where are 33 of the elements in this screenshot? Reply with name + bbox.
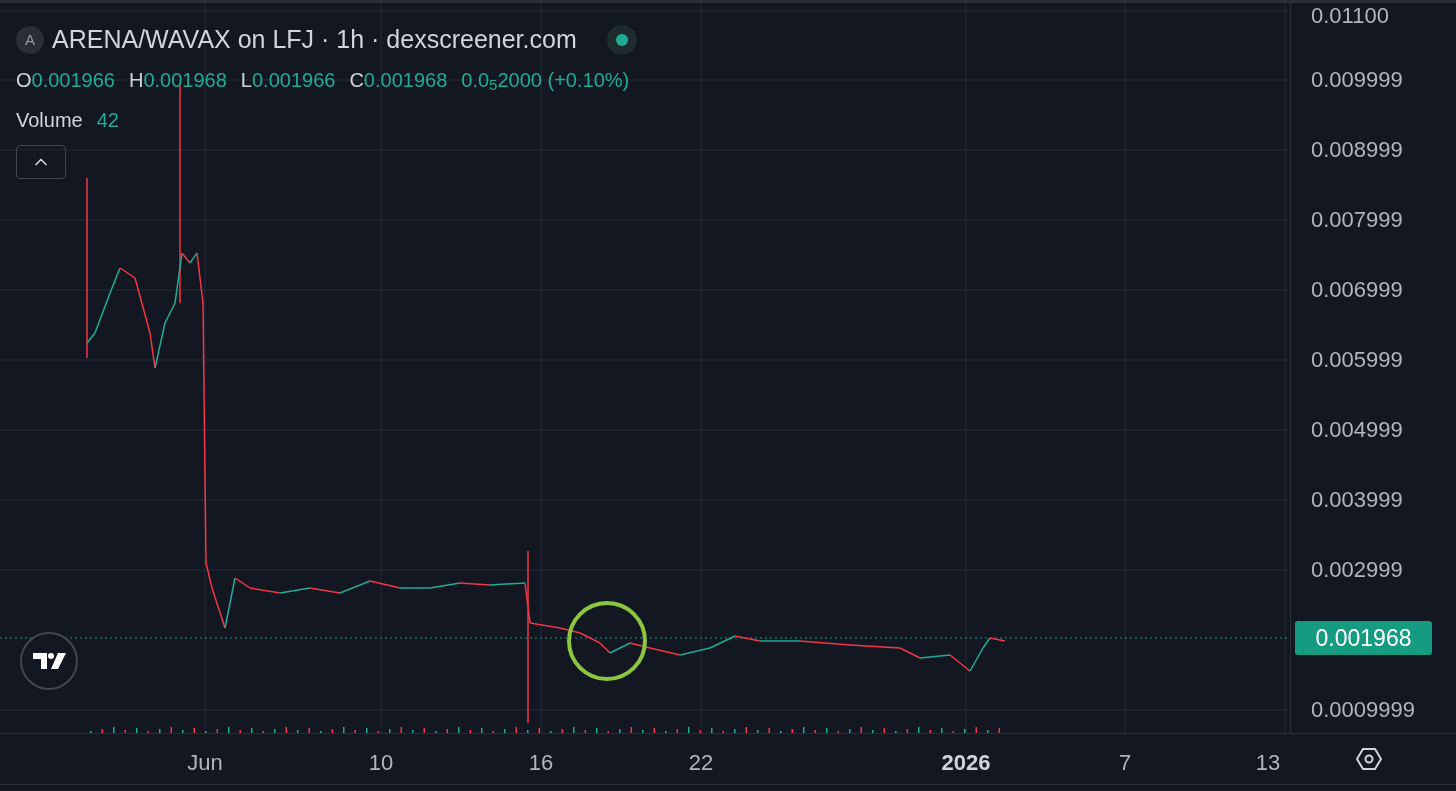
settings-icon[interactable] (1356, 746, 1382, 772)
price-axis-label: 0.007999 (1311, 207, 1403, 233)
price-axis-label: 0.009999 (1311, 67, 1403, 93)
ohlc-label: C (349, 67, 364, 93)
price-axis-label: 0.008999 (1311, 137, 1403, 163)
tradingview-logo-icon (20, 632, 78, 690)
time-axis-label: 10 (368, 749, 394, 777)
price-axis-label: 0.0009999 (1311, 697, 1415, 723)
time-axis-label: 13 (1255, 749, 1281, 777)
price-axis-label: 0.004999 (1311, 417, 1403, 443)
price-change: 0.0$_{5}$2000 (+0.10%) (461, 67, 630, 95)
volume-label: Volume (16, 107, 83, 133)
price-axis-label: 0.006999 (1311, 277, 1403, 303)
time-axis-label: 2026 (941, 749, 991, 777)
current-price-badge: 0.001968 (1295, 621, 1432, 655)
ohlc-value: 0.001968 (363, 67, 448, 93)
ohlc-value: 0.001966 (31, 67, 115, 93)
ohlc-value: 0.001968 (143, 67, 227, 93)
time-axis-label: 16 (528, 749, 554, 777)
price-axis-label: 0.003999 (1311, 487, 1403, 513)
price-axis-label: 0.002999 (1311, 557, 1403, 583)
time-axis-label: 22 (688, 749, 714, 777)
ohlc-value: 0.001966 (252, 67, 336, 93)
symbol-avatar: A (16, 25, 44, 54)
volume-value: 42 (96, 107, 119, 133)
chart-title: ARENA/WAVAX on LFJ · 1h · dexscreener.com (52, 24, 577, 55)
time-axis-label: Jun (187, 749, 223, 777)
price-axis-label: 0.01100 (1311, 3, 1389, 29)
price-axis-label: 0.005999 (1311, 347, 1403, 373)
ohlc-label: L (240, 67, 252, 93)
ohlc-label: O (16, 67, 32, 93)
time-axis-label: 7 (1118, 749, 1132, 777)
ohlc-label: H (129, 67, 144, 93)
